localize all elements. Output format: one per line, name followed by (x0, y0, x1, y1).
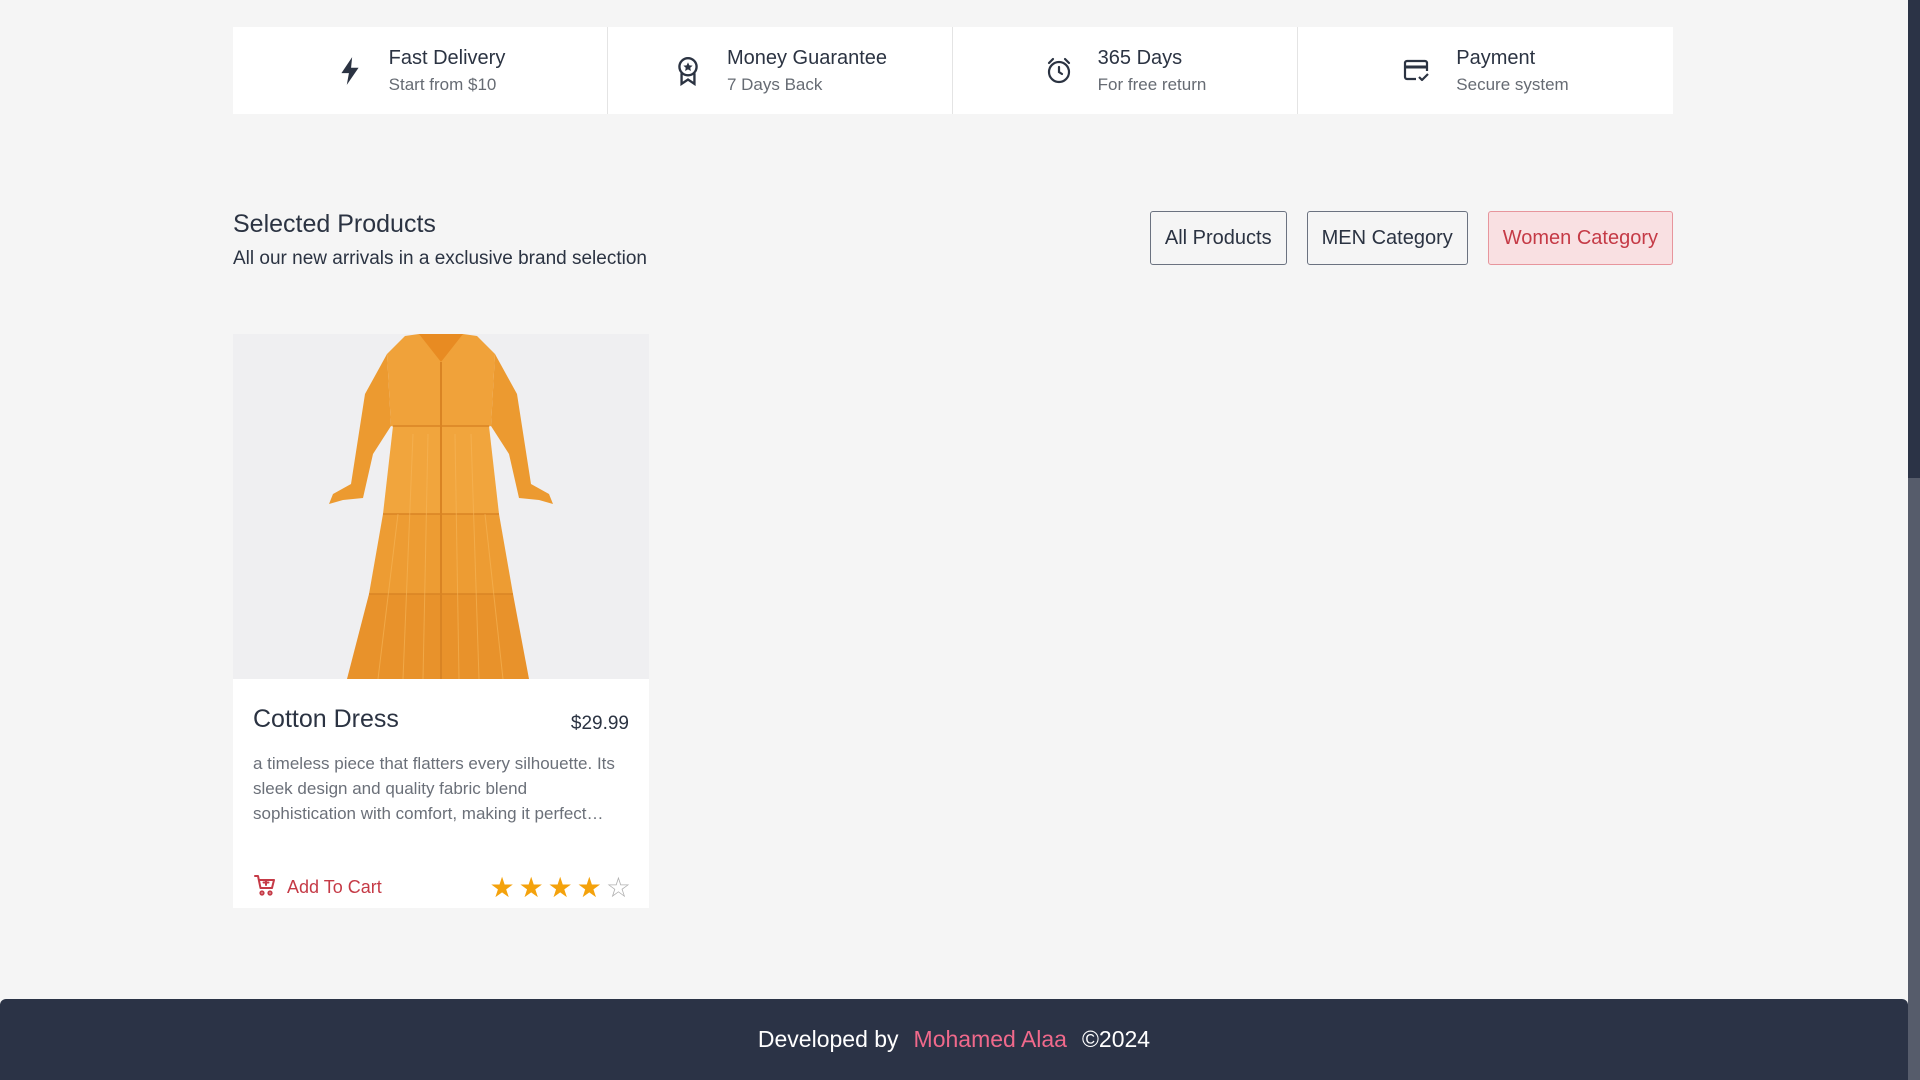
product-image[interactable] (233, 334, 649, 679)
product-description: a timeless piece that flatters every sil… (253, 754, 615, 823)
add-to-cart-button[interactable]: Add To Cart (253, 873, 382, 902)
product-actions: Add To Cart ★ ★ ★ ★ ☆ (253, 873, 631, 902)
feature-365-days: 365 Days For free return (953, 27, 1298, 114)
women-category-button[interactable]: Women Category (1487, 211, 1673, 265)
star-empty-icon: ☆ (605, 871, 631, 903)
product-card[interactable]: Cotton Dress $29.99 a timeless piece tha… (233, 334, 649, 908)
feature-subtitle: For free return (1097, 74, 1207, 94)
feature-payment: Payment Secure system (1298, 27, 1673, 114)
features-strip: Fast Delivery Start from $10 Money Guara… (233, 27, 1673, 114)
page: Fast Delivery Start from $10 Money Guara… (0, 0, 1920, 1080)
footer-copyright: ©2024 (1081, 1026, 1151, 1052)
feature-subtitle: Secure system (1456, 74, 1569, 94)
feature-title: Payment (1456, 46, 1536, 69)
feature-fast-delivery: Fast Delivery Start from $10 (233, 27, 608, 114)
star-filled-icon: ★ (547, 871, 573, 903)
section-title: Selected Products (233, 210, 436, 238)
star-filled-icon: ★ (489, 871, 515, 903)
star-filled-icon: ★ (518, 871, 544, 903)
all-products-button[interactable]: All Products (1149, 211, 1287, 265)
feature-subtitle: 7 Days Back (726, 74, 823, 94)
product-rating: ★ ★ ★ ★ ☆ (489, 871, 631, 903)
star-filled-icon: ★ (576, 871, 602, 903)
feature-title: Fast Delivery (388, 46, 506, 69)
footer: Developed by Mohamed Alaa ©2024 (0, 999, 1908, 1080)
feature-subtitle: Start from $10 (388, 74, 497, 94)
category-filters: All Products MEN Category Women Category (1149, 211, 1673, 265)
section-subtitle: All our new arrivals in a exclusive bran… (233, 248, 647, 269)
men-category-button[interactable]: MEN Category (1306, 211, 1468, 265)
feature-title: 365 Days (1097, 46, 1183, 69)
award-badge-icon (673, 56, 703, 86)
product-price: $29.99 (570, 713, 629, 734)
footer-prefix: Developed by (757, 1026, 899, 1052)
alarm-clock-icon (1044, 56, 1074, 86)
feature-title: Money Guarantee (726, 46, 888, 69)
credit-card-check-icon (1402, 56, 1432, 86)
page-scrollbar[interactable] (1908, 0, 1920, 1080)
product-card-body: Cotton Dress $29.99 a timeless piece tha… (233, 679, 649, 908)
scrollbar-thumb[interactable] (1908, 478, 1920, 1080)
feature-money-guarantee: Money Guarantee 7 Days Back (608, 27, 953, 114)
footer-author-link[interactable]: Mohamed Alaa (914, 1026, 1067, 1053)
shopping-cart-icon (253, 873, 277, 902)
add-to-cart-label: Add To Cart (287, 877, 382, 897)
lightning-icon (335, 56, 365, 86)
